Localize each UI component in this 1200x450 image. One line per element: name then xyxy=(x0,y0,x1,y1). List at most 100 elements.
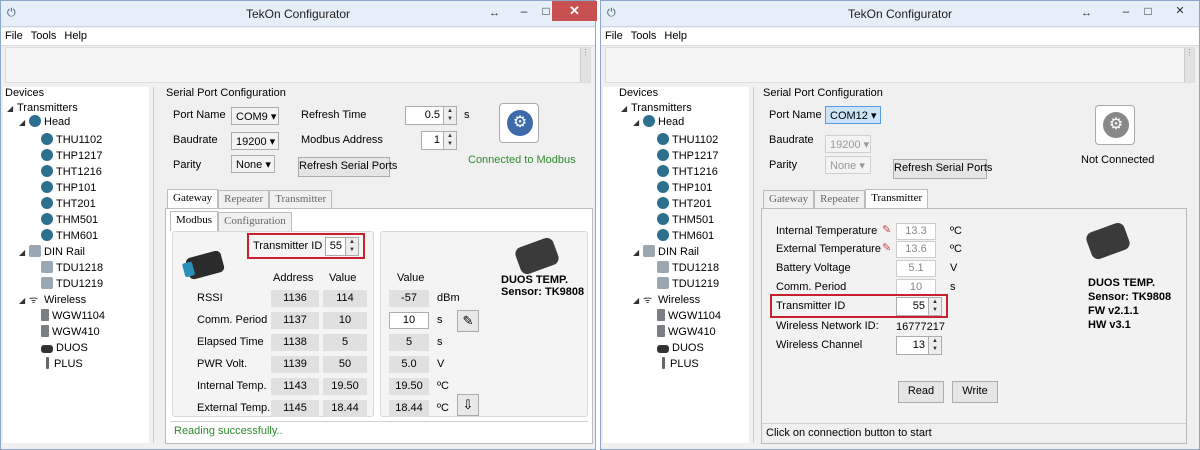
sub-tabs: Modbus Configuration xyxy=(170,211,292,231)
tree-node-tdu1218[interactable]: TDU1218 xyxy=(41,261,103,275)
read-button[interactable]: ⇩ xyxy=(457,394,479,416)
baudrate-select[interactable]: 19200 ▾ xyxy=(825,135,871,153)
spinner-arrows-icon[interactable]: ▲ ▼ xyxy=(443,107,456,124)
title-bar[interactable]: ⏻ TekOn Configurator ↔ – □ ✕ xyxy=(601,1,1199,27)
toolbar-grip[interactable]: ⋮ xyxy=(1184,48,1194,82)
parity-select[interactable]: None ▾ xyxy=(231,155,275,173)
gateway-panel: Modbus Configuration Transmitter ID 55 ▲ ▼ … xyxy=(165,208,593,444)
tree-node-head[interactable]: ◢ Head xyxy=(19,115,70,129)
tree-node-plus[interactable]: PLUS xyxy=(41,357,83,371)
wireless-channel-spinner[interactable]: 13 ▲ ▼ xyxy=(896,336,942,355)
tree-node-thu1102[interactable]: THU1102 xyxy=(41,133,102,147)
title-bar[interactable]: ⏻ TekOn Configurator ↔ – □ ✕ xyxy=(1,1,597,27)
transmitter-icon xyxy=(41,181,53,193)
tree-node-thp101[interactable]: THP101 xyxy=(657,181,712,195)
baudrate-select[interactable]: 19200 ▾ xyxy=(231,132,279,150)
internal-temp-field: 13.3 xyxy=(896,223,936,240)
tree-node-thp1217[interactable]: THP1217 xyxy=(657,149,718,163)
transmitter-icon xyxy=(41,133,53,145)
comm-period-label: Comm. Period xyxy=(776,281,847,293)
tree-node-thu1102[interactable]: THU1102 xyxy=(657,133,718,147)
tab-configuration[interactable]: Configuration xyxy=(218,212,292,231)
tree-node-wgw410[interactable]: WGW410 xyxy=(657,325,716,339)
tab-modbus[interactable]: Modbus xyxy=(170,211,219,231)
tab-repeater[interactable]: Repeater xyxy=(814,190,866,209)
value-cell: 10 xyxy=(323,312,367,329)
tree-node-tdu1219[interactable]: TDU1219 xyxy=(41,277,103,291)
port-name-select[interactable]: COM9 ▾ xyxy=(231,107,279,125)
gateway-icon xyxy=(657,325,665,337)
menu-file[interactable]: File xyxy=(601,28,627,44)
tree-node-thm501[interactable]: THM501 xyxy=(41,213,98,227)
tab-repeater[interactable]: Repeater xyxy=(218,190,270,209)
tree-node-wgw1104[interactable]: WGW1104 xyxy=(41,309,105,323)
tree-node-thm601[interactable]: THM601 xyxy=(41,229,98,243)
tree-node-duos[interactable]: DUOS xyxy=(657,341,704,355)
tab-gateway[interactable]: Gateway xyxy=(167,189,219,209)
tab-transmitter[interactable]: Transmitter xyxy=(865,189,929,209)
value-header: Value xyxy=(329,272,357,284)
splitter[interactable] xyxy=(753,87,754,443)
tree-node-tht1216[interactable]: THT1216 xyxy=(41,165,102,179)
tab-transmitter[interactable]: Transmitter xyxy=(269,190,333,209)
modbus-address-spinner[interactable]: 1 ▲ ▼ xyxy=(421,131,457,150)
refresh-serial-ports-button[interactable]: Refresh Serial Ports xyxy=(893,159,992,179)
read-button[interactable]: Read xyxy=(898,381,944,403)
device-sensor: Sensor: TK9808 xyxy=(1088,291,1172,303)
menu-file[interactable]: File xyxy=(1,28,27,44)
menu-help[interactable]: Help xyxy=(660,28,691,44)
parity-select[interactable]: None ▾ xyxy=(825,156,871,174)
tree-node-head[interactable]: ◢ Head xyxy=(633,115,684,129)
tree-node-thp1217[interactable]: THP1217 xyxy=(41,149,102,163)
tree-node-din-rail[interactable]: ◢ DIN Rail xyxy=(19,245,85,259)
menu-tools[interactable]: Tools xyxy=(627,28,661,44)
tree-node-tdu1219[interactable]: TDU1219 xyxy=(657,277,719,291)
connect-button[interactable]: ⚙ xyxy=(1095,105,1135,145)
close-button[interactable]: ✕ xyxy=(552,1,597,21)
tree-node-duos[interactable]: DUOS xyxy=(41,341,88,355)
tree-node-transmitters[interactable]: ◢ Transmitters xyxy=(621,101,692,115)
tree-node-tht201[interactable]: THT201 xyxy=(41,197,96,211)
tree-node-wgw1104[interactable]: WGW1104 xyxy=(657,309,721,323)
menu-help[interactable]: Help xyxy=(60,28,91,44)
maximize-button[interactable]: □ xyxy=(1135,3,1161,21)
port-name-label: Port Name xyxy=(173,109,226,121)
comm-period-input[interactable]: 10 xyxy=(389,312,429,329)
edit-icon: ✎ xyxy=(882,242,892,254)
tree-node-wireless[interactable]: ◢ ᯤ Wireless xyxy=(19,293,86,307)
gateway-icon xyxy=(41,325,49,337)
write-button[interactable]: ✎ xyxy=(457,310,479,332)
tree-node-thp101[interactable]: THP101 xyxy=(41,181,96,195)
tree-node-tht1216[interactable]: THT1216 xyxy=(657,165,718,179)
tree-node-thm601[interactable]: THM601 xyxy=(657,229,714,243)
tree-node-tht201[interactable]: THT201 xyxy=(657,197,712,211)
tree-node-wgw410[interactable]: WGW410 xyxy=(41,325,100,339)
port-name-label: Port Name xyxy=(769,109,822,121)
tree-node-thm501[interactable]: THM501 xyxy=(657,213,714,227)
connect-button[interactable]: ⚙ xyxy=(499,103,539,143)
transmitter-icon xyxy=(41,149,53,161)
port-name-select[interactable]: COM12 ▾ xyxy=(825,106,881,124)
tree-node-transmitters[interactable]: ◢ Transmitters xyxy=(7,101,78,115)
menu-tools[interactable]: Tools xyxy=(27,28,61,44)
tree-node-tdu1218[interactable]: TDU1218 xyxy=(657,261,719,275)
wireless-network-label: Wireless Network ID: xyxy=(776,320,879,332)
splitter[interactable] xyxy=(153,87,154,443)
spinner-arrows-icon[interactable]: ▲ ▼ xyxy=(443,132,456,149)
refresh-serial-ports-button[interactable]: Refresh Serial Ports xyxy=(298,157,397,177)
tree-node-plus[interactable]: PLUS xyxy=(657,357,699,371)
row-label: External Temp. xyxy=(197,402,271,414)
resize-icon[interactable]: ↔ xyxy=(489,7,500,19)
resize-icon[interactable]: ↔ xyxy=(1081,7,1092,19)
write-button[interactable]: Write xyxy=(952,381,998,403)
baudrate-label: Baudrate xyxy=(173,134,218,146)
wifi-icon: ᯤ xyxy=(29,295,39,306)
toolbar-grip[interactable]: ⋮ xyxy=(580,48,590,82)
tree-node-din-rail[interactable]: ◢ DIN Rail xyxy=(633,245,699,259)
spinner-arrows-icon[interactable]: ▲ ▼ xyxy=(928,337,941,354)
close-button[interactable]: ✕ xyxy=(1167,3,1193,21)
tree-node-wireless[interactable]: ◢ ᯤ Wireless xyxy=(633,293,700,307)
tab-gateway[interactable]: Gateway xyxy=(763,190,815,209)
main-tabs: Gateway Repeater Transmitter xyxy=(167,189,333,209)
refresh-time-spinner[interactable]: 0.5 ▲ ▼ xyxy=(405,106,457,125)
